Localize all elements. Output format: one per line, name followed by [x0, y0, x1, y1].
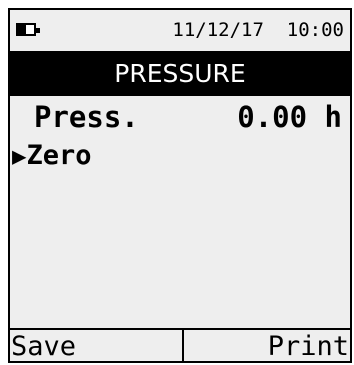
- selection-arrow-icon: ▶: [12, 142, 27, 170]
- battery-icon: [16, 23, 40, 36]
- device-screen: 11/12/17 10:00 PRESSURE Press. 0.00 h ▶Z…: [8, 8, 352, 363]
- softkey-bar: Save Print: [10, 328, 350, 362]
- time-text: 10:00: [286, 19, 344, 41]
- screen-title: PRESSURE: [10, 51, 350, 96]
- main-content: Press. 0.00 h ▶Zero: [10, 96, 350, 328]
- menu-item-label: Zero: [26, 140, 92, 171]
- battery-level-fill: [18, 25, 26, 34]
- menu-item-zero[interactable]: ▶Zero: [12, 140, 91, 171]
- battery-cap: [36, 28, 40, 33]
- save-softkey[interactable]: Save: [10, 330, 180, 362]
- date-text: 11/12/17: [172, 19, 264, 41]
- pressure-label: Press.: [34, 100, 139, 134]
- print-softkey[interactable]: Print: [180, 330, 350, 362]
- date-time: 11/12/17 10:00: [172, 19, 344, 41]
- pressure-value: 0.00 h: [237, 100, 342, 134]
- status-bar: 11/12/17 10:00: [10, 10, 350, 51]
